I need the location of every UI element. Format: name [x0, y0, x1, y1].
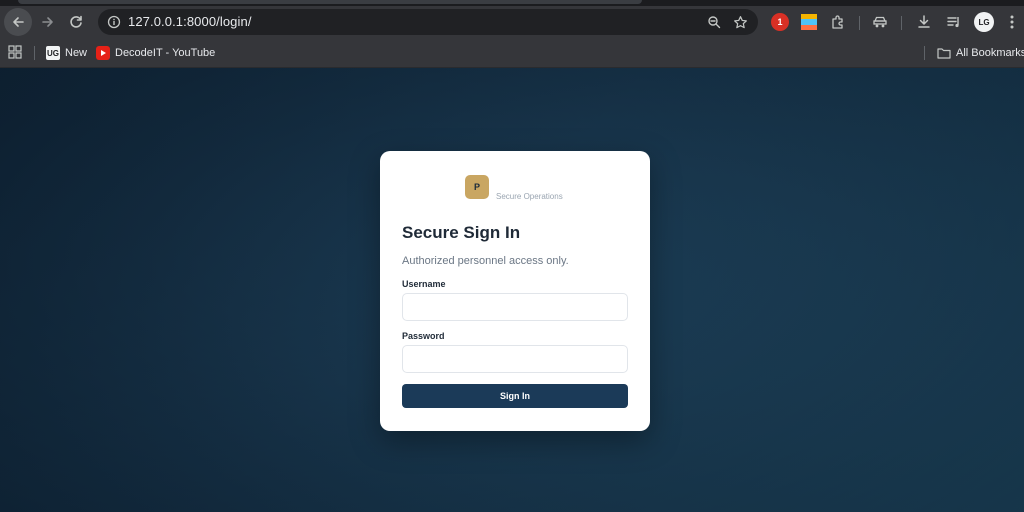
bookmark-label: DecodeIT - YouTube — [115, 47, 216, 59]
url-text[interactable]: 127.0.0.1:8000/login/ — [128, 14, 252, 29]
arrow-right-icon — [42, 17, 53, 27]
password-label: Password — [402, 331, 445, 341]
extension-colorful-icon[interactable] — [800, 13, 818, 31]
bookmark-label: New — [65, 47, 88, 59]
address-bar[interactable]: 127.0.0.1:8000/login/ — [98, 9, 758, 35]
bookmarks-divider — [34, 46, 35, 60]
page-subtitle: Authorized personnel access only. — [402, 255, 569, 267]
forward-button[interactable] — [34, 8, 62, 36]
incognito-icon[interactable] — [871, 13, 889, 31]
ug-icon: UG — [46, 46, 60, 60]
youtube-icon — [96, 46, 110, 60]
extensions-puzzle-icon[interactable] — [829, 13, 847, 31]
media-control-icon[interactable] — [945, 13, 963, 31]
bookmark-new[interactable]: UG New — [46, 45, 87, 61]
sign-in-button[interactable]: Sign In — [402, 384, 628, 408]
more-menu-icon[interactable] — [1003, 13, 1021, 31]
browser-toolbar: 127.0.0.1:8000/login/ 1 LG — [0, 6, 1024, 38]
folder-icon — [937, 46, 951, 60]
zoom-icon[interactable] — [704, 12, 724, 32]
extension-red-icon[interactable]: 1 — [771, 13, 789, 31]
toolbar-divider — [901, 16, 902, 30]
reload-button[interactable] — [62, 8, 90, 36]
all-bookmarks-button[interactable]: All Bookmarks — [937, 45, 1024, 61]
brand-letter: P — [473, 182, 480, 192]
login-card: P Secure Operations Secure Sign In Autho… — [380, 151, 650, 431]
arrow-left-icon — [13, 17, 24, 27]
all-bookmarks-label: All Bookmarks — [956, 47, 1024, 59]
download-icon[interactable] — [915, 13, 933, 31]
bookmark-star-icon[interactable] — [730, 12, 750, 32]
password-field[interactable] — [402, 345, 628, 373]
page-background: P Secure Operations Secure Sign In Autho… — [0, 68, 1024, 512]
username-field[interactable] — [402, 293, 628, 321]
apps-grid-icon[interactable] — [8, 45, 24, 61]
username-label: Username — [402, 279, 446, 289]
back-button[interactable] — [4, 8, 32, 36]
site-info-icon[interactable] — [104, 12, 124, 32]
brand-logo: P — [465, 175, 489, 199]
active-tab-edge[interactable] — [18, 0, 642, 4]
profile-avatar[interactable]: LG — [974, 12, 994, 32]
bookmarks-bar: UG New DecodeIT - YouTube All Bookmarks — [0, 38, 1024, 68]
extension-badge-text: 1 — [777, 17, 783, 27]
bookmarks-divider — [924, 46, 925, 60]
brand-name: Secure Operations — [496, 192, 563, 201]
bookmark-decodeit-youtube[interactable]: DecodeIT - YouTube — [96, 45, 215, 61]
avatar-initials: LG — [978, 17, 990, 27]
toolbar-divider — [859, 16, 860, 30]
page-title: Secure Sign In — [402, 223, 521, 242]
reload-icon — [70, 15, 82, 28]
